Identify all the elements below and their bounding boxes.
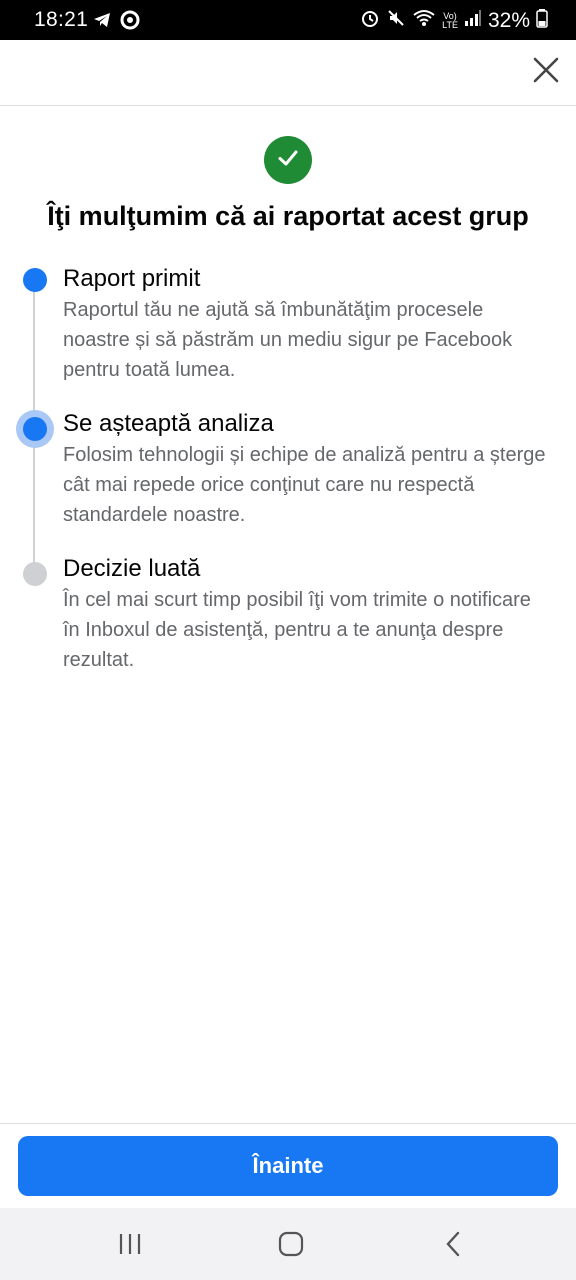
recent-apps-icon (117, 1232, 143, 1261)
page-title: Îţi mulţumim că ai raportat acest grup (47, 201, 529, 231)
home-icon (278, 1231, 304, 1262)
close-button[interactable] (526, 52, 566, 92)
mute-icon (386, 8, 406, 33)
battery-icon (536, 8, 548, 33)
step-description: Raportul tău ne ajută să îmbunătăţim pro… (63, 299, 513, 381)
status-time: 18:21 (34, 8, 89, 31)
status-bar: 18:21 Vo) LTE 32% (0, 0, 576, 40)
success-badge (264, 136, 312, 184)
step-description: Folosim tehnologii și echipe de analiză … (63, 444, 546, 526)
step-description: În cel mai scurt timp posibil îţi vom tr… (63, 589, 531, 671)
battery-percent: 32% (487, 8, 530, 32)
close-icon (532, 56, 560, 89)
back-icon (444, 1231, 462, 1262)
step-dot-pending (23, 562, 47, 586)
step-title: Se așteaptă analiza (63, 410, 274, 437)
step-title: Raport primit (63, 265, 201, 292)
telegram-icon (92, 10, 112, 35)
home-button[interactable] (267, 1230, 315, 1262)
checkmark-icon (277, 147, 299, 174)
signal-icon (464, 9, 482, 32)
bottom-divider (0, 1123, 576, 1124)
wifi-icon (412, 8, 436, 33)
header (0, 40, 576, 106)
network-label-bottom: LTE (442, 19, 458, 30)
back-button[interactable] (429, 1230, 477, 1262)
network-type: Vo) LTE (442, 11, 458, 30)
step-title: Decizie luată (63, 555, 201, 582)
step-dot-current (23, 417, 47, 441)
alarm-icon (360, 8, 380, 33)
recent-apps-button[interactable] (106, 1230, 154, 1262)
next-button[interactable]: Înainte (18, 1136, 558, 1196)
chrome-icon (120, 10, 140, 35)
system-nav-bar (0, 1208, 576, 1280)
step-dot-done (23, 268, 47, 292)
